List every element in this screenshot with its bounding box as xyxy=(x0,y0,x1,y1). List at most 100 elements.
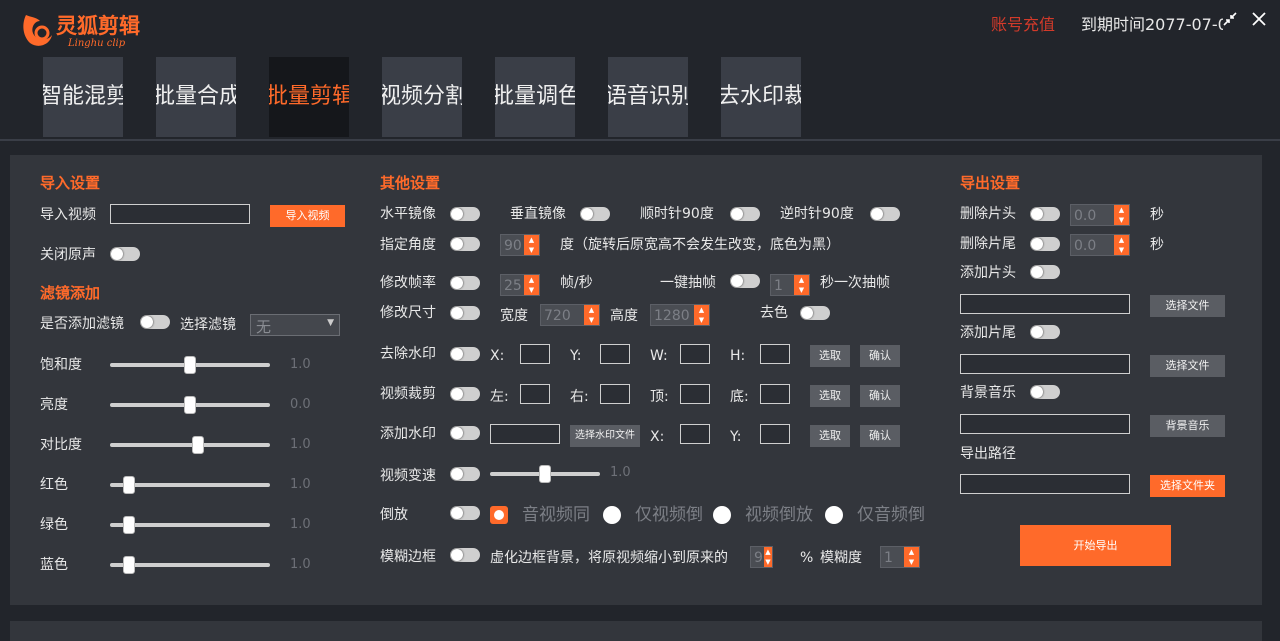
wm-x-input[interactable] xyxy=(520,344,550,364)
reverse-radio[interactable] xyxy=(713,506,731,524)
height-stepper[interactable]: 1280 ▲ ▼ xyxy=(650,304,710,326)
crop-pick-button[interactable]: 选取 xyxy=(810,385,850,407)
wm-pick-button[interactable]: 选取 xyxy=(810,345,850,367)
app-title: 灵狐剪辑 xyxy=(56,14,140,38)
crop-bottom-input[interactable] xyxy=(760,384,790,404)
crop-top-input[interactable] xyxy=(680,384,710,404)
wm-h-input[interactable] xyxy=(760,344,790,364)
filter-slider-thumb[interactable] xyxy=(184,356,196,374)
speed-label: 视频变速 xyxy=(380,468,436,484)
crop-confirm-button[interactable]: 确认 xyxy=(860,385,900,407)
tab-6[interactable]: 去水印裁剪 xyxy=(721,57,801,137)
crop-left-input[interactable] xyxy=(520,384,550,404)
head-file-input[interactable] xyxy=(960,294,1130,314)
reverse-radio[interactable] xyxy=(825,506,843,524)
wm-confirm-button[interactable]: 确认 xyxy=(860,345,900,367)
reverse-option-label: 音视频同 xyxy=(522,505,590,525)
choose-folder-button[interactable]: 选择文件夹 xyxy=(1150,475,1225,497)
choose-watermark-button[interactable]: 选择水印文件 xyxy=(570,425,640,447)
hmirror-toggle[interactable] xyxy=(450,207,480,221)
cut-head-stepper[interactable]: 0.0 ▲ ▼ xyxy=(1070,204,1130,226)
wa-pick-button[interactable]: 选取 xyxy=(810,425,850,447)
decolor-toggle[interactable] xyxy=(800,306,830,320)
filter-slider-thumb[interactable] xyxy=(123,556,136,574)
tab-0[interactable]: 智能混剪 xyxy=(43,57,123,137)
filter-slider-thumb[interactable] xyxy=(192,436,204,454)
export-path-input[interactable] xyxy=(960,474,1130,494)
watermark-add-toggle[interactable] xyxy=(450,426,480,440)
wa-y-label: Y: xyxy=(730,429,742,445)
bgm-button[interactable]: 背景音乐 xyxy=(1150,415,1225,437)
bgm-file-input[interactable] xyxy=(960,414,1130,434)
tab-3[interactable]: 视频分割 xyxy=(382,57,462,137)
angle-stepper[interactable]: 90 ▲ ▼ xyxy=(500,234,540,256)
tab-1[interactable]: 批量合成 xyxy=(156,57,236,137)
cut-head-toggle[interactable] xyxy=(1030,207,1060,221)
filter-section-title: 滤镜添加 xyxy=(40,284,101,302)
reverse-label: 倒放 xyxy=(380,507,408,523)
blur-toggle[interactable] xyxy=(450,548,480,562)
angle-toggle[interactable] xyxy=(450,237,480,251)
shrink-icon[interactable] xyxy=(1222,11,1238,27)
tab-5[interactable]: 语音识别 xyxy=(608,57,688,137)
height-label: 高度 xyxy=(610,308,638,324)
cut-tail-stepper[interactable]: 0.0 ▲ ▼ xyxy=(1070,234,1130,256)
bgm-toggle[interactable] xyxy=(1030,385,1060,399)
crop-right-input[interactable] xyxy=(600,384,630,404)
mute-toggle[interactable] xyxy=(110,247,140,261)
wa-x-input[interactable] xyxy=(680,424,710,444)
watermark-remove-toggle[interactable] xyxy=(450,347,480,361)
add-head-toggle[interactable] xyxy=(1030,265,1060,279)
filter-slider-thumb[interactable] xyxy=(123,476,136,494)
wm-y-input[interactable] xyxy=(600,344,630,364)
bgm-label: 背景音乐 xyxy=(960,385,1016,401)
reverse-radio[interactable] xyxy=(603,506,621,524)
wm-w-input[interactable] xyxy=(680,344,710,364)
extract-toggle[interactable] xyxy=(730,274,760,288)
filter-slider-thumb[interactable] xyxy=(184,396,196,414)
start-export-button[interactable]: 开始导出 xyxy=(1020,525,1171,566)
app-subtitle: Linghu clip xyxy=(68,38,126,49)
filter-slider-thumb[interactable] xyxy=(123,516,136,534)
speed-toggle[interactable] xyxy=(450,467,480,481)
add-head-label: 添加片头 xyxy=(960,265,1016,281)
crop-toggle[interactable] xyxy=(450,387,480,401)
speed-slider-thumb[interactable] xyxy=(539,465,551,483)
close-icon[interactable] xyxy=(1251,11,1267,27)
blur-scale-stepper[interactable]: 90 ▲ ▼ xyxy=(750,546,773,568)
tab-4[interactable]: 批量调色 xyxy=(495,57,575,137)
tail-file-input[interactable] xyxy=(960,354,1130,374)
tab-2[interactable]: 批量剪辑 xyxy=(269,57,349,137)
choose-filter-label: 选择滤镜 xyxy=(180,317,236,333)
recharge-link[interactable]: 账号充值 xyxy=(991,11,1055,35)
choose-tail-button[interactable]: 选择文件 xyxy=(1150,355,1225,377)
wa-confirm-button[interactable]: 确认 xyxy=(860,425,900,447)
add-filter-toggle[interactable] xyxy=(140,315,170,329)
cw90-toggle[interactable] xyxy=(730,207,760,221)
cut-tail-toggle[interactable] xyxy=(1030,237,1060,251)
size-toggle[interactable] xyxy=(450,306,480,320)
fps-stepper[interactable]: 25 ▲ ▼ xyxy=(500,274,540,296)
crop-label: 视频裁剪 xyxy=(380,386,436,402)
cut-tail-unit: 秒 xyxy=(1150,237,1164,253)
width-stepper[interactable]: 720 ▲ ▼ xyxy=(540,304,600,326)
slider-label: 饱和度 xyxy=(40,357,82,373)
import-video-button[interactable]: 导入视频 xyxy=(270,205,345,227)
choose-head-button[interactable]: 选择文件 xyxy=(1150,295,1225,317)
wa-y-input[interactable] xyxy=(760,424,790,444)
vmirror-toggle[interactable] xyxy=(580,207,610,221)
ccw90-toggle[interactable] xyxy=(870,207,900,221)
import-video-input[interactable] xyxy=(110,204,250,224)
reverse-radio[interactable] xyxy=(490,506,508,524)
add-tail-toggle[interactable] xyxy=(1030,325,1060,339)
blur-degree-stepper[interactable]: 1 ▲ ▼ xyxy=(880,546,920,568)
watermark-file-input[interactable] xyxy=(490,424,560,444)
filter-select[interactable]: 无 ▼ xyxy=(250,314,340,336)
extract-stepper[interactable]: 1 ▲ ▼ xyxy=(770,274,810,296)
fps-toggle[interactable] xyxy=(450,276,480,290)
wm-h-label: H: xyxy=(730,348,746,364)
filter-slider-track[interactable] xyxy=(110,443,270,447)
slider-label: 蓝色 xyxy=(40,557,68,573)
reverse-toggle[interactable] xyxy=(450,506,480,520)
import-section-title: 导入设置 xyxy=(40,174,101,192)
